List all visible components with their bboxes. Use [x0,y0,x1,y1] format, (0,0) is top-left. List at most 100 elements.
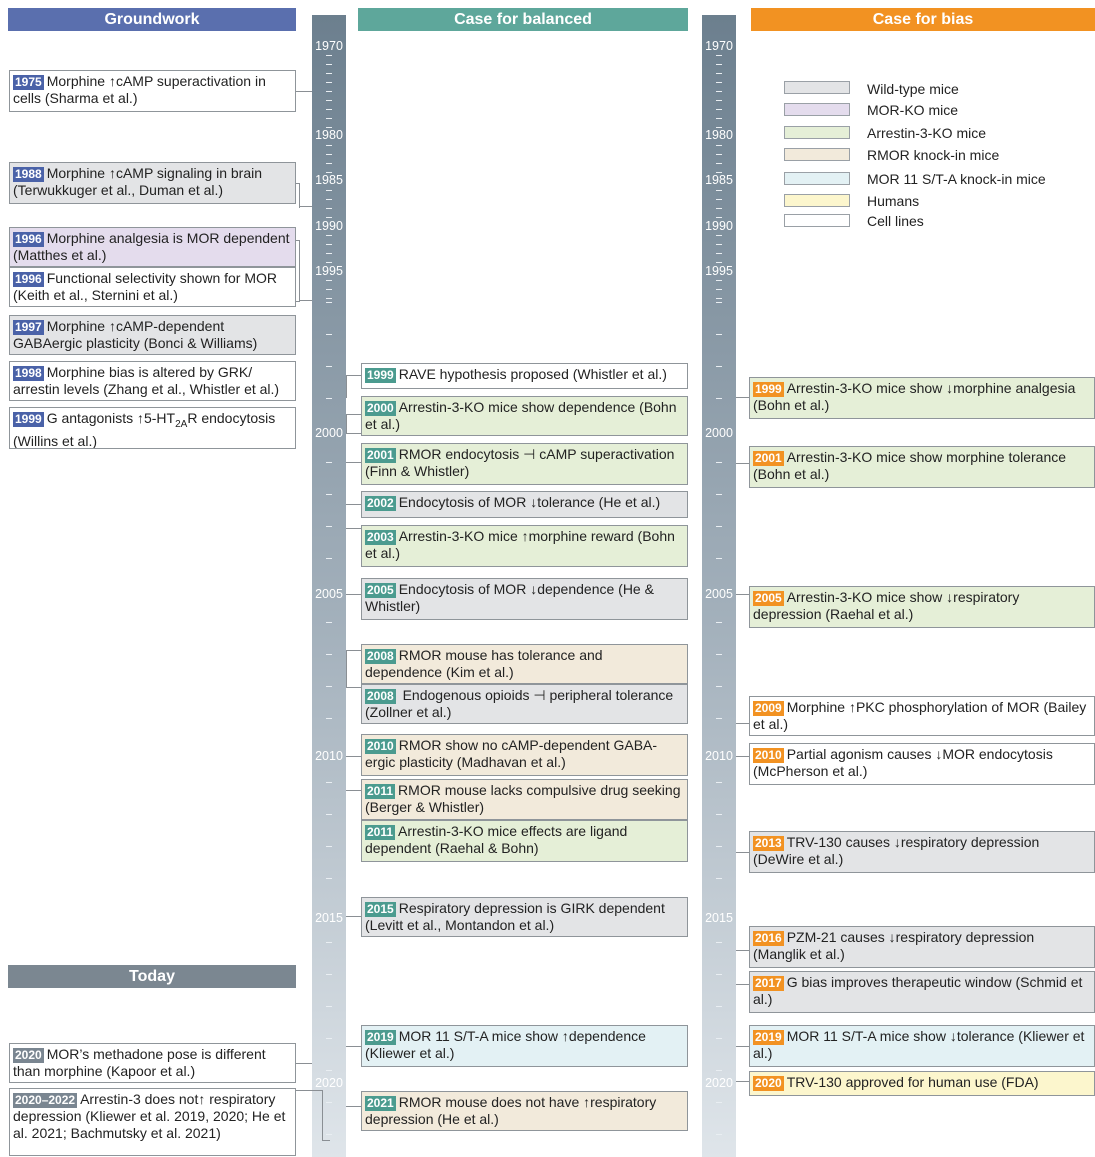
event-text: MOR 11 S/T-A mice show ↓tolerance (Kliew… [753,1028,1085,1061]
axis-tick [326,846,332,847]
event-text: RMOR show no cAMP-dependent GABA-ergic p… [365,737,658,770]
bias-header: Case for bias [751,8,1095,31]
connector [346,594,361,595]
legend-label: Cell lines [867,213,924,229]
year-badge: 2016 [753,931,784,946]
event-text: Endocytosis of MOR ↓dependence (He & Whi… [365,581,654,614]
connector [346,650,362,688]
axis-tick [716,73,722,74]
axis-tick [326,1134,332,1135]
year-badge: 1996 [13,232,44,247]
legend-swatch-rmor [784,148,850,161]
axis-tick [716,190,722,191]
axis-tick [716,334,722,335]
axis-year-label: 1990 [705,219,733,233]
axis-tick [326,262,332,263]
axis-tick [716,942,722,943]
axis-year-label: 2005 [315,587,343,601]
axis-tick [716,172,722,173]
groundwork-event: 1997 Morphine ↑cAMP-dependent GABAergic p… [9,315,296,355]
axis-tick [326,974,332,975]
year-badge: 2000 [365,401,396,416]
balanced-event: 2003 Arrestin-3-KO mice ↑morphine reward … [361,525,688,567]
axis-tick [716,154,722,155]
axis-tick [716,494,722,495]
year-badge: 2020 [13,1048,44,1063]
year-badge: 2021 [365,1096,396,1111]
year-badge: 2019 [365,1030,396,1045]
balanced-event: 2019 MOR 11 S/T-A mice show ↑dependence (… [361,1025,688,1067]
connector [346,687,361,688]
year-badge: 2019 [753,1030,784,1045]
event-text: G bias improves therapeutic window (Schm… [753,974,1083,1007]
groundwork-event: 1999 G antagonists ↑5-HT2AR endocytosis (… [9,407,296,449]
event-text: MOR’s methadone pose is different than m… [13,1046,266,1079]
balanced-event: 2008 Endogenous opioids ⊣ peripheral tol… [361,684,688,724]
axis-tick [716,163,722,164]
axis-tick [716,118,722,119]
axis-tick [326,244,332,245]
year-badge: 1999 [365,368,396,383]
year-badge: 1999 [753,382,784,397]
axis-tick [716,654,722,655]
balanced-header: Case for balanced [358,8,688,31]
axis-tick [326,100,332,101]
axis-year-label: 2010 [705,749,733,763]
year-badge: 2020–2022 [13,1093,78,1108]
event-text: MOR 11 S/T-A mice show ↑dependence (Klie… [365,1028,646,1061]
axis-tick [326,1006,332,1007]
event-text: Morphine ↑cAMP signaling in brain (Terwu… [13,165,263,198]
year-badge: 2017 [753,976,784,991]
balanced-event: 2001 RMOR endocytosis ⊣ cAMP superactivat… [361,443,688,485]
year-badge: 2011 [365,784,396,799]
axis-tick [326,1038,332,1039]
connector [299,300,312,301]
legend-label: MOR-KO mice [867,102,958,118]
axis-tick [716,217,722,218]
balanced-event: 2005 Endocytosis of MOR ↓dependence (He &… [361,578,688,620]
legend-swatch-mor11 [784,172,850,185]
year-badge: 2005 [753,591,784,606]
axis-tick [716,91,722,92]
axis-year-label: 1995 [315,264,343,278]
event-text: PZM-21 causes ↓respiratory depression (M… [753,929,1035,962]
year-badge: 2020 [753,1076,784,1091]
event-text-subscript: 2A [175,418,188,430]
year-badge: 2003 [365,530,396,545]
axis-tick [716,366,722,367]
year-badge: 2001 [753,451,784,466]
balanced-event: 2011 RMOR mouse lacks compulsive drug see… [361,779,688,820]
connector [346,462,361,463]
axis-tick [716,1038,722,1039]
axis-tick [716,100,722,101]
axis-year-label: 1980 [315,128,343,142]
axis-year-label: 1985 [705,173,733,187]
event-text: RMOR mouse lacks compulsive drug seeking… [365,782,681,815]
groundwork-event: 1975 Morphine ↑cAMP superactivation in ce… [9,70,296,112]
event-text: Arrestin-3-KO mice show ↓respiratory dep… [753,589,1020,622]
year-badge: 2001 [365,448,396,463]
event-text: Morphine ↑PKC phosphorylation of MOR (Ba… [753,699,1087,732]
bias-event: 2005 Arrestin-3-KO mice show ↓respiratory… [749,586,1095,628]
axis-tick [326,654,332,655]
year-badge: 2005 [365,583,396,598]
axis-tick [326,109,332,110]
year-badge: 2002 [365,496,396,511]
bias-event: 2010 Partial agonism causes ↓MOR endocyto… [749,743,1095,785]
axis-year-label: 1980 [705,128,733,142]
axis-tick [326,82,332,83]
axis-tick [326,280,332,281]
axis-year-label: 1970 [705,39,733,53]
axis-tick [326,64,332,65]
axis-tick [716,55,722,56]
bias-event: 2020 TRV-130 approved for human use (FDA) [749,1071,1095,1096]
axis-year-label: 1995 [705,264,733,278]
event-text: Morphine analgesia is MOR dependent (Mat… [13,230,290,263]
axis-tick [716,718,722,719]
event-text: Morphine ↑cAMP superactivation in cells … [13,73,266,106]
connector [346,1106,361,1107]
event-text: Arrestin-3-KO mice ↑morphine reward (Boh… [365,528,675,561]
legend-label: MOR 11 S/T-A knock-in mice [867,171,1046,187]
balanced-event: 1999 RAVE hypothesis proposed (Whistler e… [361,363,688,389]
axis-tick [716,1102,722,1103]
